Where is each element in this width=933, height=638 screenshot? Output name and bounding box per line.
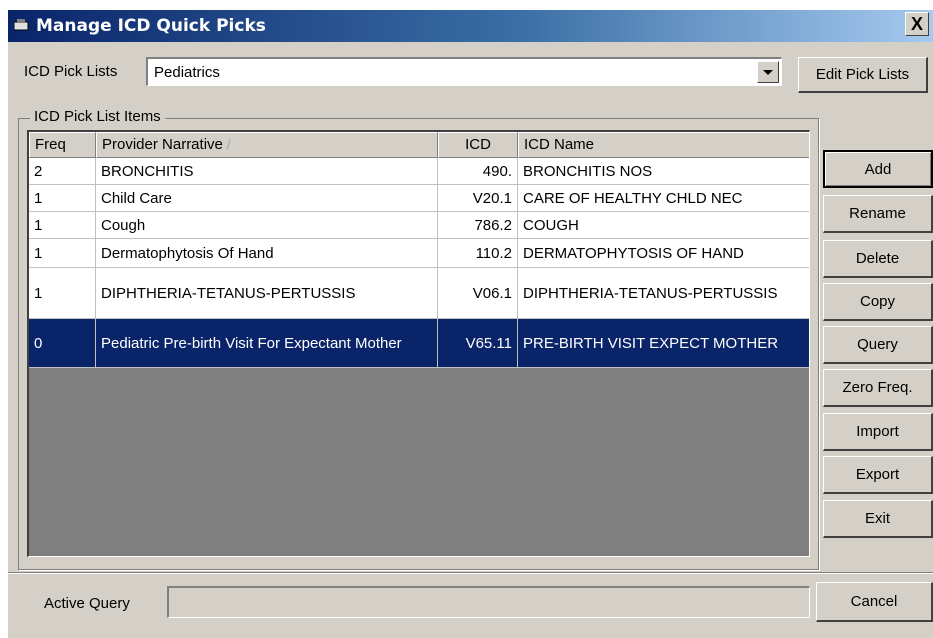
picklist-select[interactable]: Pediatrics [146,57,782,86]
cell-icd-name: DERMATOPHYTOSIS OF HAND [518,239,809,268]
cell-icd: 786.2 [438,212,518,239]
table-row[interactable]: 2 BRONCHITIS 490. BRONCHITIS NOS [29,158,809,185]
header-icd-label: ICD [465,136,491,153]
copy-button[interactable]: Copy [823,283,933,321]
table-row[interactable]: 1 Dermatophytosis Of Hand 110.2 DERMATOP… [29,239,809,268]
cell-icd: V06.1 [438,268,518,319]
header-icd-name-label: ICD Name [524,136,595,153]
exit-button[interactable]: Exit [823,500,933,538]
rename-button[interactable]: Rename [823,195,933,233]
header-icd-name[interactable]: ICD Name [518,132,809,158]
cell-narrative: Child Care [96,185,438,212]
cell-icd-name: COUGH [518,212,809,239]
app-icon [14,19,29,31]
delete-button[interactable]: Delete [823,240,933,278]
cell-narrative: Pediatric Pre-birth Visit For Expectant … [96,319,438,368]
export-button[interactable]: Export [823,456,933,494]
cell-icd-name: CARE OF HEALTHY CHLD NEC [518,185,809,212]
header-narrative[interactable]: Provider Narrative / [96,132,438,158]
cell-icd-name: PRE-BIRTH VISIT EXPECT MOTHER [518,319,809,368]
cancel-button[interactable]: Cancel [816,582,933,622]
cell-freq: 1 [29,239,96,268]
picklist-label: ICD Pick Lists [24,63,118,80]
chevron-down-icon[interactable] [757,61,779,83]
table-row-selected[interactable]: 0 Pediatric Pre-birth Visit For Expectan… [29,319,809,368]
add-button[interactable]: Add [823,150,933,188]
table-row[interactable]: 1 Cough 786.2 COUGH [29,212,809,239]
pick-list-table[interactable]: Freq Provider Narrative / ICD ICD Name 2 … [27,130,810,557]
cell-icd: V20.1 [438,185,518,212]
table-row[interactable]: 1 Child Care V20.1 CARE OF HEALTHY CHLD … [29,185,809,212]
close-button[interactable]: X [905,12,929,36]
header-freq-label: Freq [35,136,66,153]
cell-icd-name: BRONCHITIS NOS [518,158,809,185]
table-row[interactable]: 1 DIPHTHERIA-TETANUS-PERTUSSIS V06.1 DIP… [29,268,809,319]
cell-freq: 1 [29,185,96,212]
cell-narrative: BRONCHITIS [96,158,438,185]
group-label: ICD Pick List Items [30,108,165,125]
zero-freq-button[interactable]: Zero Freq. [823,369,933,407]
title-bar: Manage ICD Quick Picks [8,10,933,42]
import-button[interactable]: Import [823,413,933,451]
cell-icd: V65.11 [438,319,518,368]
active-query-field [167,586,810,618]
cell-freq: 2 [29,158,96,185]
cell-narrative: DIPHTHERIA-TETANUS-PERTUSSIS [96,268,438,319]
cell-freq: 1 [29,212,96,239]
picklist-value: Pediatrics [154,64,220,81]
cell-narrative: Cough [96,212,438,239]
sort-indicator-icon: / [226,137,231,152]
cell-icd: 490. [438,158,518,185]
cell-icd-name: DIPHTHERIA-TETANUS-PERTUSSIS [518,268,809,319]
window-title: Manage ICD Quick Picks [36,16,266,36]
cell-freq: 1 [29,268,96,319]
header-narrative-label: Provider Narrative [102,136,223,153]
header-icd[interactable]: ICD [438,132,518,158]
edit-pick-lists-button[interactable]: Edit Pick Lists [798,57,928,93]
cell-icd: 110.2 [438,239,518,268]
header-freq[interactable]: Freq [29,132,96,158]
query-button[interactable]: Query [823,326,933,364]
cell-freq: 0 [29,319,96,368]
divider [8,572,933,574]
cell-narrative: Dermatophytosis Of Hand [96,239,438,268]
active-query-label: Active Query [44,595,130,612]
